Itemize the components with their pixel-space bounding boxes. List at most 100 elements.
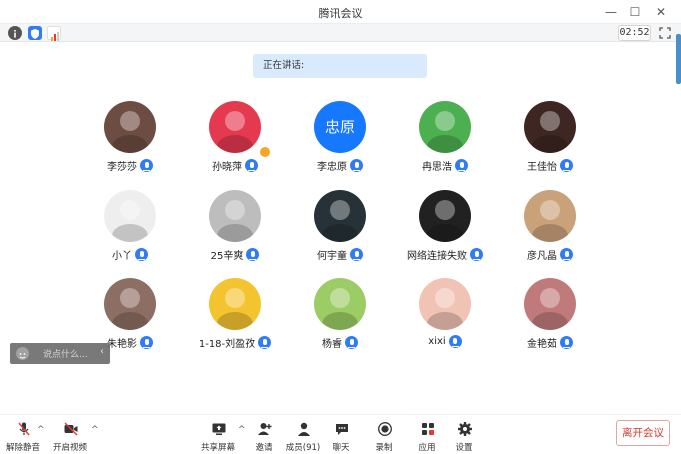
settings-label: 设置 xyxy=(455,443,473,453)
security-shield-icon[interactable] xyxy=(28,26,42,40)
participant-avatar xyxy=(419,190,471,242)
invite-user-icon xyxy=(258,423,272,435)
participant-avatar xyxy=(209,190,261,242)
gear-icon xyxy=(458,422,472,436)
microphone-icon xyxy=(246,248,260,261)
participant-name-row: 金艳茹 xyxy=(495,335,605,350)
title-bar: 腾讯会议 — ☐ ✕ xyxy=(0,0,681,24)
members-icon xyxy=(298,422,310,436)
microphone-icon xyxy=(350,159,363,172)
host-badge-icon xyxy=(259,146,271,158)
participant-name-row: 王佳怡 xyxy=(495,158,605,173)
participant-avatar xyxy=(314,190,366,242)
participant-name: xixi xyxy=(428,336,446,347)
microphone-icon xyxy=(455,159,468,172)
participant-avatar xyxy=(419,278,471,330)
participant-name: 网络连接失败 xyxy=(407,251,467,262)
participant-tile[interactable]: 冉思浩 xyxy=(390,101,500,177)
participant-name-row: 孙晓萍 xyxy=(180,158,290,173)
participant-name: 冉思浩 xyxy=(422,162,452,173)
speaking-indicator: 正在讲话: xyxy=(253,54,427,78)
microphone-icon xyxy=(140,336,153,349)
participant-tile[interactable]: 25辛爽 xyxy=(180,190,290,266)
participant-tile[interactable]: xixi xyxy=(390,278,500,354)
close-button[interactable]: ✕ xyxy=(650,2,672,22)
window-title: 腾讯会议 xyxy=(318,7,363,20)
microphone-muted-icon xyxy=(18,422,30,436)
participant-tile[interactable]: 小丫 xyxy=(75,190,185,266)
participant-tile[interactable]: 何宇童 xyxy=(285,190,395,266)
participant-name: 王佳怡 xyxy=(527,162,557,173)
microphone-icon xyxy=(350,248,363,261)
participant-avatar xyxy=(104,101,156,153)
audio-options-chevron-icon[interactable]: ^ xyxy=(37,425,45,435)
chat-bubble-icon xyxy=(336,424,348,435)
participant-name-row: 冉思浩 xyxy=(390,158,500,173)
participant-tile[interactable]: 1-18-刘盈孜 xyxy=(180,278,290,354)
side-panel-handle[interactable] xyxy=(676,34,681,84)
record-icon xyxy=(378,422,392,436)
participant-avatar xyxy=(209,278,261,330)
maximize-button[interactable]: ☐ xyxy=(624,2,646,22)
participant-name-row: 网络连接失败 xyxy=(390,247,500,262)
participant-tile[interactable]: 王佳怡 xyxy=(495,101,605,177)
microphone-icon xyxy=(560,336,573,349)
apps-grid-icon xyxy=(422,423,434,435)
participant-tile[interactable]: 网络连接失败 xyxy=(390,190,500,266)
participant-name-row: 李忠原 xyxy=(285,158,395,173)
start-video-label: 开启视频 xyxy=(52,443,87,453)
participant-name-row: xixi xyxy=(390,335,500,348)
collapse-chat-icon[interactable]: ‹ xyxy=(100,346,104,357)
chat-placeholder: 说点什么... xyxy=(43,350,88,360)
share-screen-icon xyxy=(212,423,226,435)
avatar-initials: 忠原 xyxy=(324,118,355,136)
participant-name: 李忠原 xyxy=(317,162,347,173)
microphone-icon xyxy=(345,336,358,349)
leave-meeting-button[interactable]: 离开会议 xyxy=(616,420,670,446)
microphone-icon xyxy=(258,336,272,349)
microphone-icon xyxy=(560,159,573,172)
participant-name: 孙晓萍 xyxy=(212,162,242,173)
participant-name-row: 李莎莎 xyxy=(75,158,185,173)
participant-tile[interactable]: 金艳茹 xyxy=(495,278,605,354)
participant-name: 彦凡晶 xyxy=(527,251,557,262)
bottom-toolbar: 解除静音 ^ 开启视频 ^ 共享屏幕 ^ 邀请 成员(91) 聊天 录制 应用 … xyxy=(0,414,681,454)
video-options-chevron-icon[interactable]: ^ xyxy=(91,425,99,435)
emoji-icon[interactable] xyxy=(16,347,29,360)
participant-name: 朱艳影 xyxy=(107,339,137,350)
microphone-icon xyxy=(245,159,258,172)
meeting-info-bar: 02:52 xyxy=(0,24,681,42)
participant-name-row: 25辛爽 xyxy=(180,247,290,262)
participant-avatar xyxy=(104,278,156,330)
participant-avatar: 忠原 xyxy=(314,101,366,153)
microphone-icon xyxy=(470,248,483,261)
microphone-icon xyxy=(140,159,153,172)
participant-avatar xyxy=(209,101,261,153)
start-video-button[interactable]: 开启视频 xyxy=(47,419,93,453)
signal-strength-icon[interactable] xyxy=(47,26,61,41)
participant-avatar xyxy=(314,278,366,330)
participant-tile[interactable]: 杨睿 xyxy=(285,278,395,354)
participant-tile[interactable]: 忠原李忠原 xyxy=(285,101,395,177)
chat-quick-input[interactable]: 说点什么... ‹ xyxy=(10,343,110,364)
participant-tile[interactable]: 彦凡晶 xyxy=(495,190,605,266)
info-icon[interactable] xyxy=(8,26,22,40)
microphone-icon xyxy=(448,335,462,348)
participant-name-row: 何宇童 xyxy=(285,247,395,262)
participant-name: 25辛爽 xyxy=(210,251,244,262)
participant-tile[interactable]: 李莎莎 xyxy=(75,101,185,177)
participant-name: 小丫 xyxy=(112,251,132,262)
microphone-icon xyxy=(135,248,148,261)
camera-off-icon xyxy=(64,422,78,436)
meeting-timer: 02:52 xyxy=(618,25,651,41)
participant-avatar xyxy=(524,190,576,242)
participant-name-row: 彦凡晶 xyxy=(495,247,605,262)
minimize-button[interactable]: — xyxy=(600,2,622,22)
settings-button[interactable]: 设置 xyxy=(441,419,487,453)
participant-avatar xyxy=(419,101,471,153)
fullscreen-icon[interactable] xyxy=(657,25,673,41)
participant-name: 金艳茹 xyxy=(527,339,557,350)
participant-name-row: 小丫 xyxy=(75,247,185,262)
participant-avatar xyxy=(104,190,156,242)
participant-tile[interactable]: 孙晓萍 xyxy=(180,101,290,177)
